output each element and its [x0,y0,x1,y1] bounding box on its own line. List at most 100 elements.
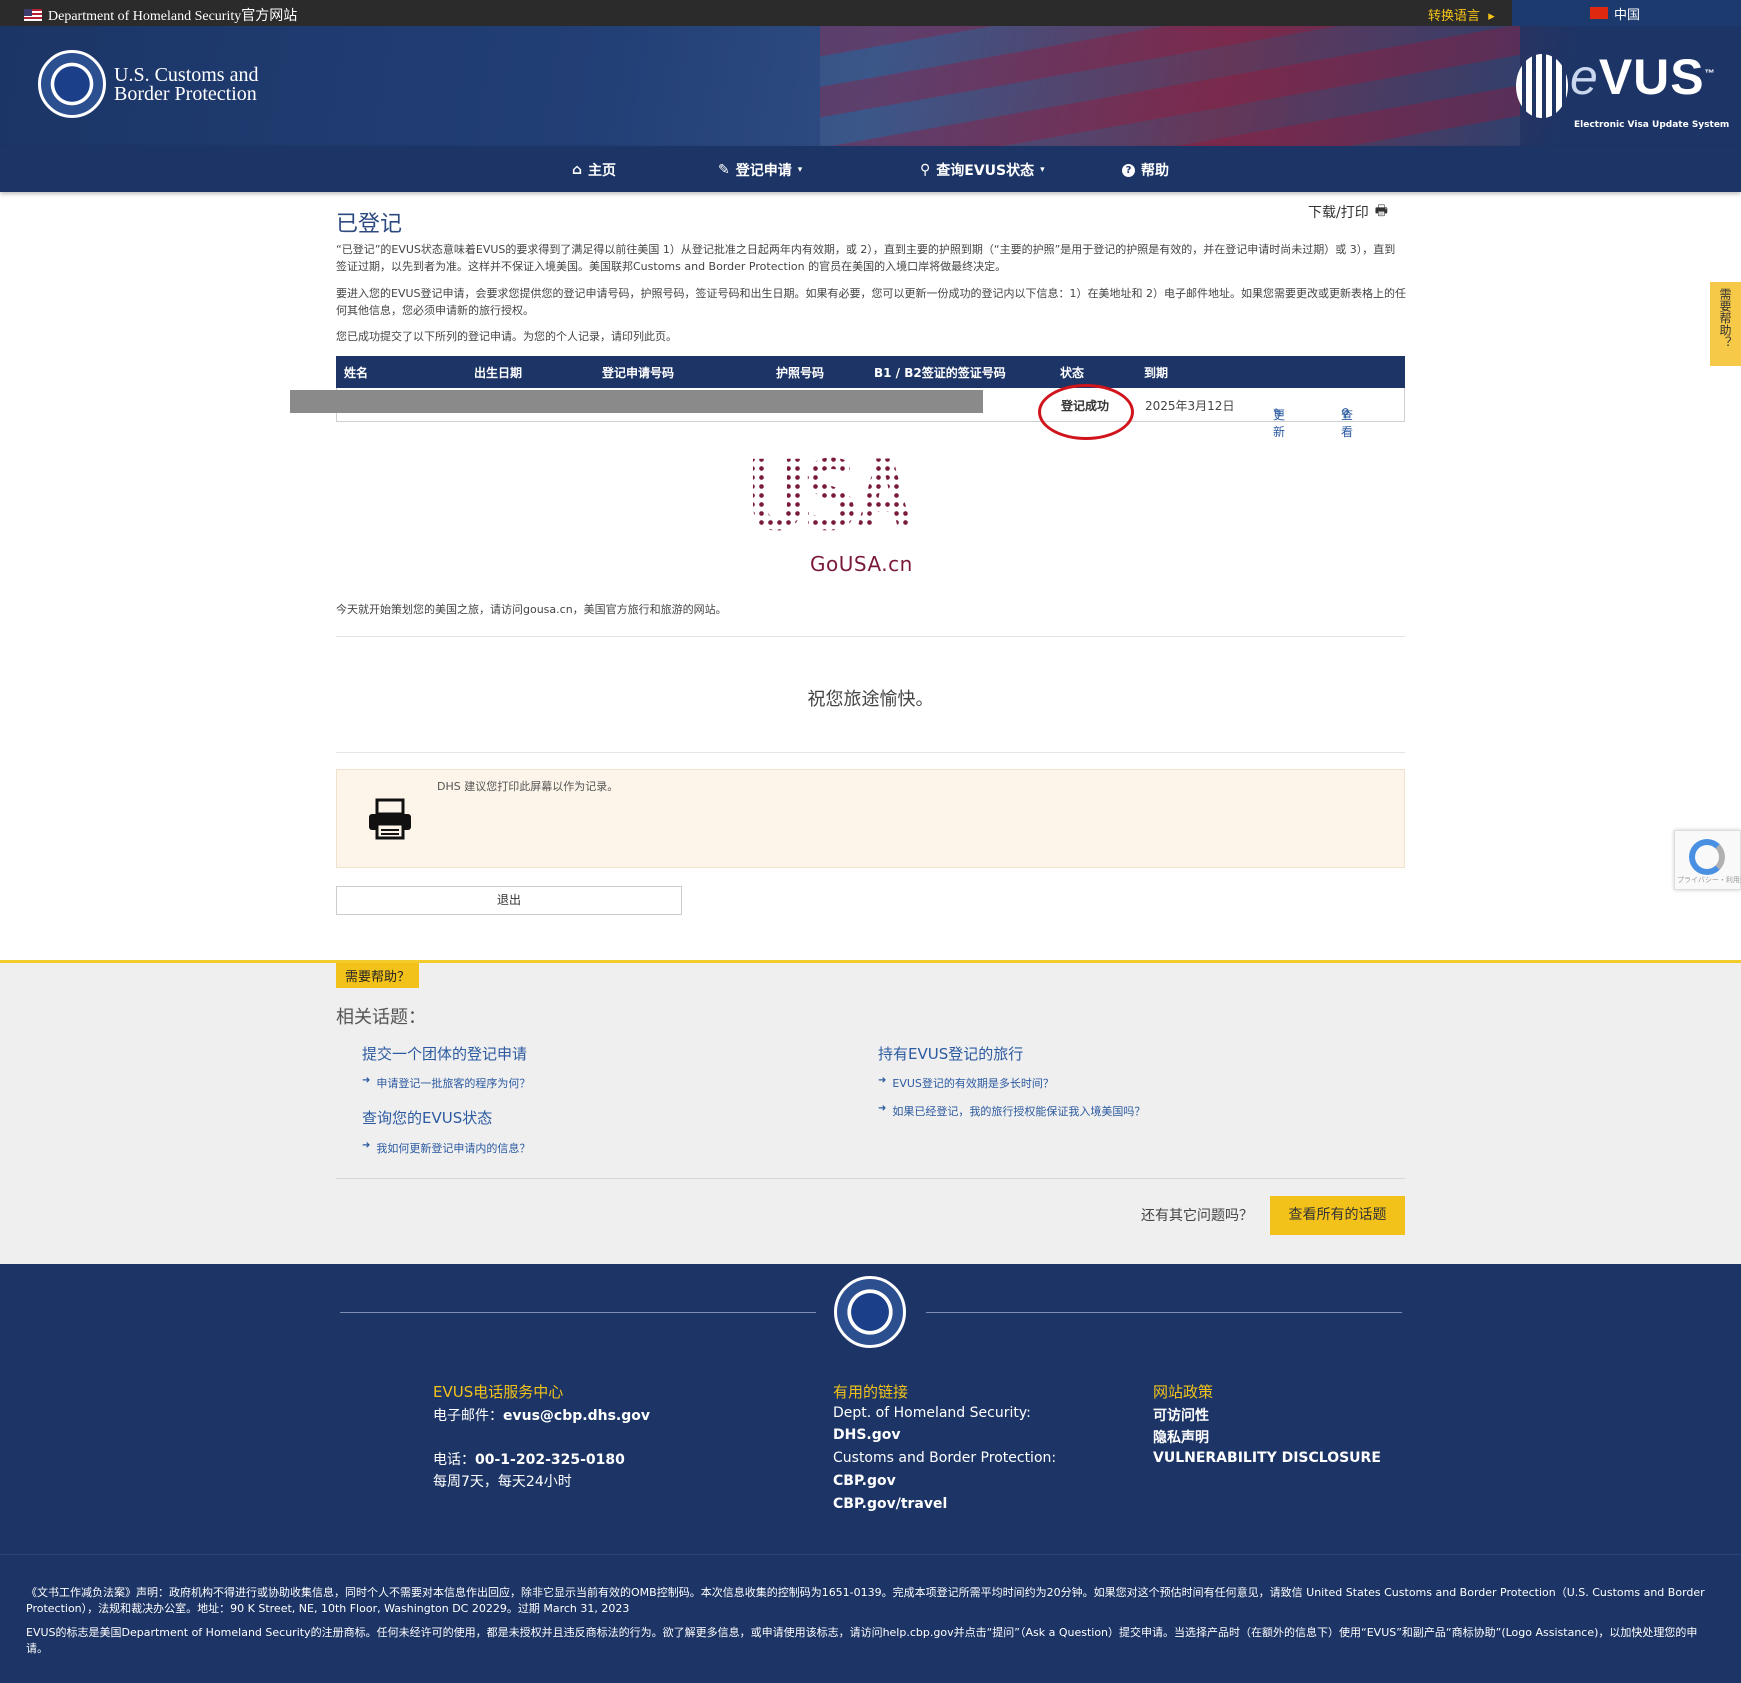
paperwork-reduction-notice: 《文书工作减负法案》声明：政府机构不得进行或协助收集信息，同时个人不需要对本信息… [26,1586,1705,1615]
flag-background [820,26,1520,146]
divider [336,1178,1405,1179]
print-notice-text: DHS 建议您打印此屏幕以作为记录。 [437,780,619,793]
china-flag-icon [1590,7,1608,19]
dhs-official-link[interactable]: Department of Homeland Security官方网站 [24,5,297,25]
nav-help[interactable]: ? 帮助 [1122,160,1169,180]
evus-globe-icon [1516,54,1568,118]
print-notice: DHS 建议您打印此屏幕以作为记录。 [336,769,1405,868]
divider [336,752,1405,753]
nav-home[interactable]: ⌂ 主页 [572,160,616,180]
dhs-gov-link[interactable]: DHS.gov [833,1427,901,1443]
caret-down-icon: ▾ [797,165,803,175]
caret-right-icon: ▸ [1484,9,1495,24]
country-selector[interactable]: 中国 [1512,0,1741,26]
topic-check-status[interactable]: 查询您的EVUS状态 [362,1107,492,1128]
col-dob: 出生日期 [474,366,523,380]
printer-icon [369,798,411,840]
trademark-notice: EVUS的标志是美国Department of Homeland Securit… [26,1626,1698,1655]
switch-language-link[interactable]: 转换语言 ▸ [1428,5,1495,24]
question-group-process[interactable]: 申请登记一批旅客的程序为何？ [362,1075,530,1091]
dhs-seal-icon[interactable] [38,50,106,118]
gousa-wordmark[interactable]: GoUSA.cn [810,552,913,576]
recaptcha-badge[interactable]: プライバシー・利用規約 [1674,830,1741,890]
switch-language-label: 转换语言 [1428,9,1481,24]
contact-center-heading: EVUS电话服务中心 [433,1383,564,1401]
country-label: 中国 [1614,7,1641,23]
col-app-number: 登记申请号码 [602,366,675,380]
dhs-seal-icon [834,1276,906,1348]
redacted-personal-info [290,390,983,413]
dhs-label: Dept. of Homeland Security: [833,1405,1031,1421]
status-highlight-circle [1038,384,1134,440]
nav-check-status[interactable]: ⚲ 查询EVUS状态 ▾ [920,160,1045,180]
cbp-line2: Border Protection [114,83,257,105]
nav-check-status-label: 查询EVUS状态 [936,163,1035,179]
bon-voyage-text: 祝您旅途愉快。 [807,689,934,710]
accessibility-link[interactable]: 可访问性 [1153,1405,1209,1425]
col-status: 状态 [1060,366,1085,380]
gousa-logo[interactable]: USA [748,446,988,546]
pencil-icon: ✎ [718,162,730,178]
question-update-info[interactable]: 我如何更新登记申请内的信息？ [362,1140,530,1156]
question-icon: ? [1122,163,1135,177]
gousa-promo-text: 今天就开始策划您的美国之旅，请访问gousa.cn，美国官方旅行和旅游的网站。 [336,603,727,616]
top-bar: Department of Homeland Security官方网站 转换语言… [0,0,1741,26]
nav-help-label: 帮助 [1141,163,1169,179]
submitted-note: 您已成功提交了以下所列的登记申请。为您的个人记录，请印列此页。 [336,330,677,343]
recaptcha-icon [1689,839,1725,875]
caret-down-icon: ▾ [1040,165,1045,175]
site-header: U.S. Customs and Border Protection eVUS™… [0,26,1741,146]
nav-apply[interactable]: ✎ 登记申请 ▾ [718,160,802,180]
need-help-tag: 需要帮助？ [336,963,420,988]
footer-hours: 每周7天，每天24小时 [433,1474,572,1490]
side-help-tab[interactable]: 需要帮助？ [1710,282,1741,366]
topic-group-application[interactable]: 提交一个团体的登记申请 [362,1043,527,1064]
footer-rule [340,1312,816,1313]
divider [336,636,1405,637]
more-questions-text: 还有其它问题吗？ [1141,1208,1253,1224]
main-nav: ⌂ 主页 ✎ 登记申请 ▾ ⚲ 查询EVUS状态 ▾ ? 帮助 [0,146,1741,192]
us-flag-icon [24,9,42,21]
vulnerability-disclosure-link[interactable]: VULNERABILITY DISCLOSURE [1153,1450,1381,1466]
cbp-travel-link[interactable]: CBP.gov/travel [833,1496,947,1512]
usa-dotted-wordmark: USA [748,446,988,546]
nav-apply-label: 登记申请 [735,163,792,179]
privacy-link[interactable]: 隐私声明 [1153,1427,1209,1447]
expiry-value: 2025年3月12日 [1145,399,1235,413]
evus-wordmark: eVUS™ [1570,49,1716,105]
evus-logo[interactable]: eVUS™ Electronic Visa Update System [1516,48,1729,130]
view-all-topics-button[interactable]: 查看所有的话题 [1270,1196,1405,1235]
topic-travel-with-evus[interactable]: 持有EVUS登记的旅行 [878,1043,1023,1064]
help-section: 需要帮助？ 相关话题： 提交一个团体的登记申请 申请登记一批旅客的程序为何？ 查… [0,960,1741,1264]
question-validity[interactable]: EVUS登记的有效期是多长时间？ [878,1075,1054,1091]
footer-phone: 电话：00-1-202-325-0180 [433,1452,625,1468]
print-icon: 🖶 [1374,203,1388,219]
download-print-label: 下载/打印 [1308,205,1369,221]
col-name: 姓名 [344,366,369,380]
col-expiry: 到期 [1144,366,1169,380]
nav-home-label: 主页 [588,163,617,179]
site-policy-heading: 网站政策 [1153,1383,1214,1401]
cbp-label: Customs and Border Protection: [833,1450,1057,1466]
footer-rule [926,1312,1402,1313]
col-passport: 护照号码 [776,366,825,380]
cbp-wordmark[interactable]: U.S. Customs and Border Protection [114,65,258,105]
page-title: 已登记 [336,212,403,237]
site-footer: EVUS电话服务中心 电子邮件：evus@cbp.dhs.gov 电话：00-1… [0,1264,1741,1554]
question-guarantee-entry[interactable]: 如果已经登记，我的旅行授权能保证我入境美国吗？ [878,1103,1145,1119]
cbp-gov-link[interactable]: CBP.gov [833,1473,896,1489]
evus-subtitle: Electronic Visa Update System [1574,120,1730,130]
footer-email[interactable]: 电子邮件：evus@cbp.dhs.gov [433,1405,650,1425]
related-topics-heading: 相关话题： [336,1007,426,1028]
legal-notice: 《文书工作减负法案》声明：政府机构不得进行或协助收集信息，同时个人不需要对本信息… [0,1554,1741,1683]
table-header: 姓名 出生日期 登记申请号码 护照号码 B1 / B2签证的签证号码 状态 到期 [336,356,1405,388]
status-description: “已登记”的EVUS状态意味着EVUS的要求得到了满足得以前往美国 1）从登记批… [336,243,1396,273]
recaptcha-label: プライバシー・利用規約 [1677,876,1741,884]
update-instructions: 要进入您的EVUS登记申请，会要求您提供您的登记申请号码，护照号码，签证号码和出… [336,287,1406,317]
useful-links-heading: 有用的链接 [833,1383,909,1401]
logout-button[interactable]: 退出 [336,886,682,915]
col-visa-number: B1 / B2签证的签证号码 [874,366,1006,380]
home-icon: ⌂ [572,162,583,178]
dhs-official-text: Department of Homeland Security官方网站 [48,9,298,24]
download-print-link[interactable]: 下载/打印 🖶 [1308,200,1388,224]
